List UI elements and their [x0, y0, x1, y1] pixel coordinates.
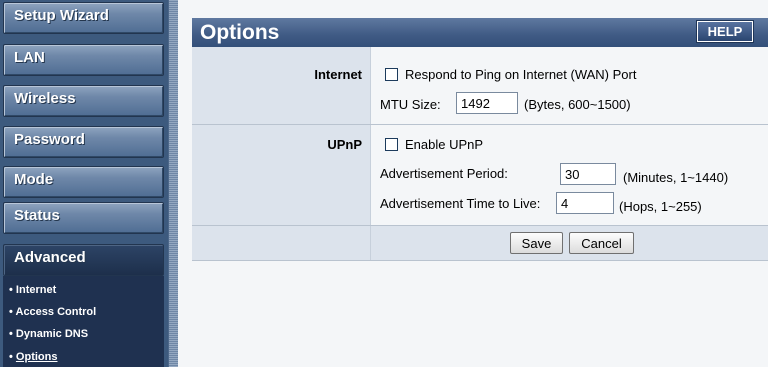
submenu-item-label: Internet [15, 284, 57, 296]
advertisement-period-input[interactable] [560, 163, 616, 185]
sidebar-nav: Setup Wizard LAN Wireless Password Mode … [0, 0, 178, 367]
mtu-size-input[interactable] [456, 92, 518, 114]
actions-label-cell [192, 226, 371, 260]
internet-label-cell: Internet [192, 47, 371, 125]
sidebar-item-wireless[interactable]: Wireless [3, 85, 164, 117]
ping-checkbox[interactable] [385, 68, 398, 81]
submenu-item-label: Access Control [15, 306, 97, 318]
options-header: Options HELP [192, 18, 768, 47]
page-title: Options [200, 21, 280, 44]
save-button[interactable]: Save [510, 232, 563, 254]
table-bottom-border [192, 260, 768, 261]
sidebar-divider [168, 0, 178, 367]
advertisement-period-label: Advertisement Period: [380, 166, 508, 181]
ping-label: Respond to Ping on Internet (WAN) Port [405, 67, 637, 82]
advertisement-period-hint: (Minutes, 1~1440) [623, 170, 729, 185]
sidebar-item-lan[interactable]: LAN [3, 44, 164, 76]
upnp-section-label: UPnP [327, 137, 362, 152]
enable-upnp-label: Enable UPnP [405, 137, 484, 152]
submenu-item-access-control[interactable]: • Access Control [9, 306, 96, 318]
enable-upnp-checkbox[interactable] [385, 138, 398, 151]
internet-value-cell [371, 47, 768, 125]
help-button[interactable]: HELP [697, 21, 753, 42]
internet-section-label: Internet [314, 67, 362, 82]
advertisement-ttl-label: Advertisement Time to Live: [380, 196, 541, 211]
mtu-label: MTU Size: [380, 97, 441, 112]
sidebar-item-password[interactable]: Password [3, 126, 164, 158]
mtu-hint: (Bytes, 600~1500) [524, 97, 631, 112]
advanced-submenu: • Internet • Access Control • Dynamic DN… [3, 276, 164, 367]
submenu-item-options[interactable]: • Options [9, 351, 57, 363]
sidebar-item-mode[interactable]: Mode [3, 166, 164, 198]
submenu-item-internet[interactable]: • Internet [9, 284, 56, 296]
submenu-item-dynamic-dns[interactable]: • Dynamic DNS [9, 328, 88, 340]
upnp-label-cell: UPnP [192, 125, 371, 226]
sidebar-item-status[interactable]: Status [3, 202, 164, 234]
cancel-button[interactable]: Cancel [569, 232, 634, 254]
sidebar-item-advanced[interactable]: Advanced [3, 244, 164, 276]
sidebar-item-setup-wizard[interactable]: Setup Wizard [3, 2, 164, 34]
submenu-item-label: Dynamic DNS [15, 328, 89, 340]
submenu-item-label: Options [15, 351, 58, 363]
advertisement-ttl-hint: (Hops, 1~255) [619, 199, 702, 214]
advertisement-ttl-input[interactable] [556, 192, 614, 214]
